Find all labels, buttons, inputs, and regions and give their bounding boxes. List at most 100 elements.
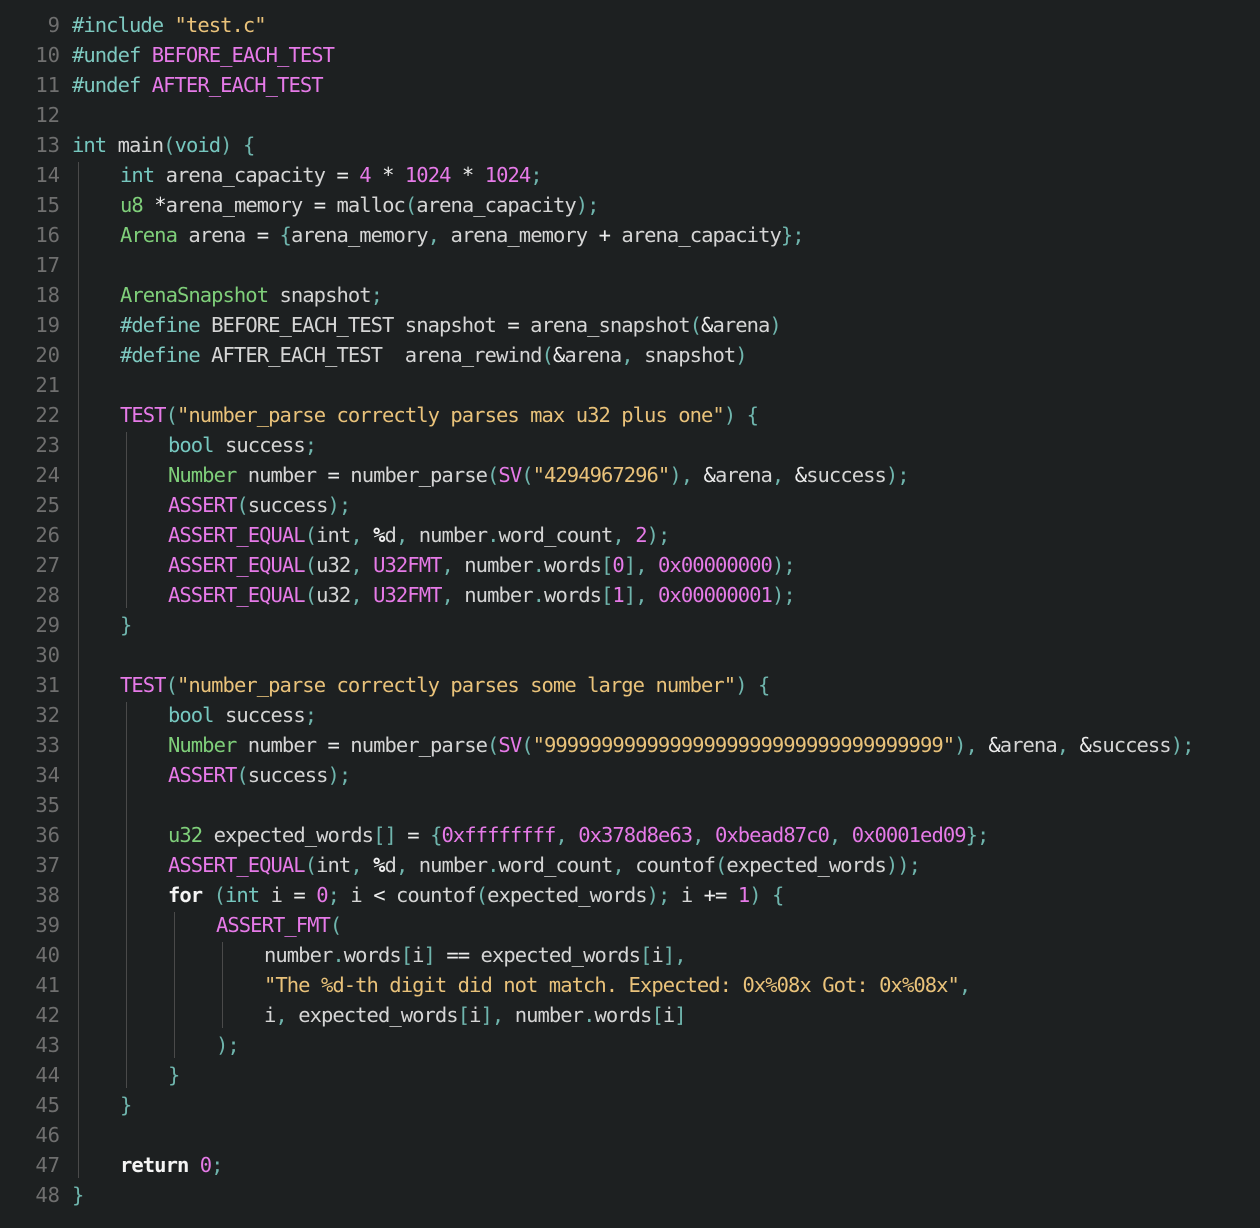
code-token: {	[746, 403, 759, 427]
code-token: .	[332, 943, 344, 967]
code-token: ;	[370, 283, 383, 307]
code-token: arena	[999, 733, 1058, 757]
code-token: TEST	[120, 673, 167, 697]
code-token: malloc	[325, 193, 406, 217]
code-editor[interactable]: 9 #include "test.c" 10 #undef BEFORE_EACH_T…	[0, 0, 1260, 1228]
line-code: bool success;	[168, 700, 317, 730]
code-token: =	[327, 733, 340, 757]
code-token: ,	[612, 853, 624, 877]
code-token: );	[646, 523, 671, 547]
code-token: words	[544, 583, 602, 607]
line-code: Arena arena = {arena_memory, arena_memor…	[120, 220, 805, 250]
code-token: ArenaSnapshot	[120, 283, 269, 307]
code-token: arena	[714, 463, 773, 487]
code-token: *	[461, 163, 474, 187]
indent-guide	[126, 432, 127, 608]
line-code: number.words[i] == expected_words[i],	[264, 940, 687, 970]
code-token: ,	[350, 853, 362, 877]
line-number: 11	[35, 73, 60, 97]
code-token: 0x378d8e63	[578, 823, 693, 847]
code-token: %	[373, 853, 385, 877]
code-token: u32	[168, 823, 203, 847]
line-code: #define BEFORE_EACH_TEST snapshot = aren…	[120, 310, 782, 340]
code-token: )	[749, 883, 761, 907]
code-token: ASSERT_FMT	[216, 913, 331, 937]
code-token: int	[316, 523, 351, 547]
code-token: [	[400, 943, 413, 967]
code-token: *	[154, 193, 166, 217]
code-token: SV	[498, 733, 522, 757]
code-token: success	[1090, 733, 1172, 757]
code-token: bool	[168, 703, 215, 727]
code-token: #define	[120, 343, 212, 367]
line-number: 35	[35, 793, 60, 817]
code-token: i	[662, 1003, 675, 1027]
code-token: =	[256, 223, 269, 247]
code-token: countof	[623, 853, 716, 877]
code-token: expected_words	[286, 1003, 458, 1027]
code-token: );	[771, 583, 796, 607]
code-token: arena	[712, 313, 770, 337]
line-number: 24	[35, 463, 60, 487]
code-token: arena_snapshot	[518, 313, 690, 337]
code-token: main	[106, 133, 165, 157]
line-code: }	[72, 1180, 84, 1210]
code-token: AFTER_EACH_TEST arena_rewind	[211, 343, 542, 367]
code-token: return	[120, 1153, 189, 1177]
code-token: &	[988, 733, 1000, 757]
code-token: i	[412, 943, 424, 967]
code-token: u32	[316, 583, 351, 607]
code-token: ASSERT_EQUAL	[168, 523, 306, 547]
line-code: ArenaSnapshot snapshot;	[120, 280, 383, 310]
line-number: 14	[35, 163, 60, 187]
code-token: .	[487, 523, 499, 547]
code-token: 0xbead87c0	[714, 823, 830, 847]
code-token: =	[293, 883, 305, 907]
line-code: ASSERT_EQUAL(u32, U32FMT, number.words[1…	[168, 580, 796, 610]
line-number: 43	[35, 1033, 60, 1057]
code-token: ));	[885, 853, 921, 877]
code-token: expected_words	[487, 883, 647, 907]
code-token: ASSERT_EQUAL	[168, 583, 306, 607]
line-code: #undef AFTER_EACH_TEST	[72, 70, 324, 100]
code-token: ,	[395, 853, 408, 877]
code-token: number	[407, 853, 488, 877]
code-token: <	[373, 883, 385, 907]
line-code: TEST("number_parse correctly parses max …	[120, 400, 759, 430]
code-token: }	[120, 1093, 132, 1117]
code-token: &	[552, 343, 565, 367]
code-token: +=	[703, 883, 728, 907]
code-token: 0	[316, 883, 328, 907]
code-token: arena	[176, 223, 257, 247]
indent-guide	[174, 912, 175, 1058]
code-token: Arena	[120, 223, 178, 247]
line-number: 47	[35, 1153, 60, 1177]
line-code: Number number = number_parse(SV("9999999…	[168, 730, 1194, 760]
line-number: 17	[35, 253, 60, 277]
code-token: ],	[480, 1003, 505, 1027]
code-token: [	[640, 943, 652, 967]
code-token: arena_memory	[439, 223, 599, 247]
code-token: "99999999999999999999999999999999999"	[532, 733, 955, 757]
line-number: 25	[35, 493, 60, 517]
code-token: (	[304, 853, 317, 877]
line-code: ASSERT_EQUAL(int, %d, number.word_count,…	[168, 520, 671, 550]
code-token: (	[714, 853, 727, 877]
line-number: 29	[35, 613, 60, 637]
code-token: ;	[530, 163, 542, 187]
code-token: number	[452, 583, 533, 607]
code-token: =	[507, 313, 519, 337]
code-token: );	[771, 553, 796, 577]
code-token: "4294967296"	[532, 463, 671, 487]
code-token: ,	[395, 523, 408, 547]
